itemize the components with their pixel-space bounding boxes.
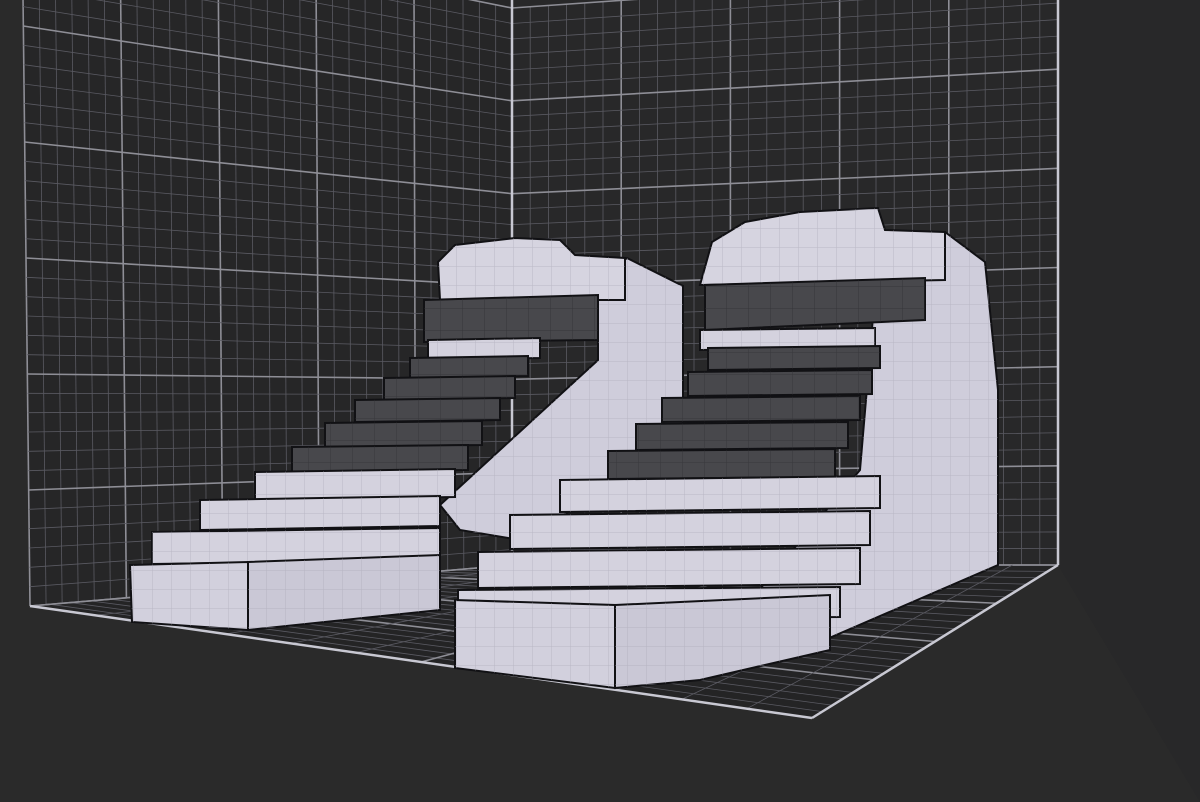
left-shoe-step-grid bbox=[355, 398, 500, 422]
right-shoe-step-grid bbox=[662, 396, 860, 422]
right-shoe-step-grid bbox=[560, 476, 880, 512]
voxel-scene-canvas[interactable] bbox=[0, 0, 1200, 802]
left-shoe-step-grid bbox=[292, 445, 468, 472]
voxel-3d-viewport[interactable] bbox=[0, 0, 1200, 802]
left-shoe-step-grid bbox=[200, 496, 440, 530]
left-shoe-step-grid bbox=[410, 356, 528, 378]
right-shoe-step-grid bbox=[688, 370, 872, 396]
right-shoe-step-grid bbox=[708, 346, 880, 370]
right-shoe-step-grid bbox=[478, 548, 860, 588]
left-shoe-step-grid bbox=[384, 376, 515, 400]
right-shoe-step-grid bbox=[636, 422, 848, 450]
right-shoe-step-grid bbox=[510, 511, 870, 549]
right-shoe-step-grid bbox=[608, 449, 835, 479]
left-shoe-step-grid bbox=[325, 421, 482, 447]
